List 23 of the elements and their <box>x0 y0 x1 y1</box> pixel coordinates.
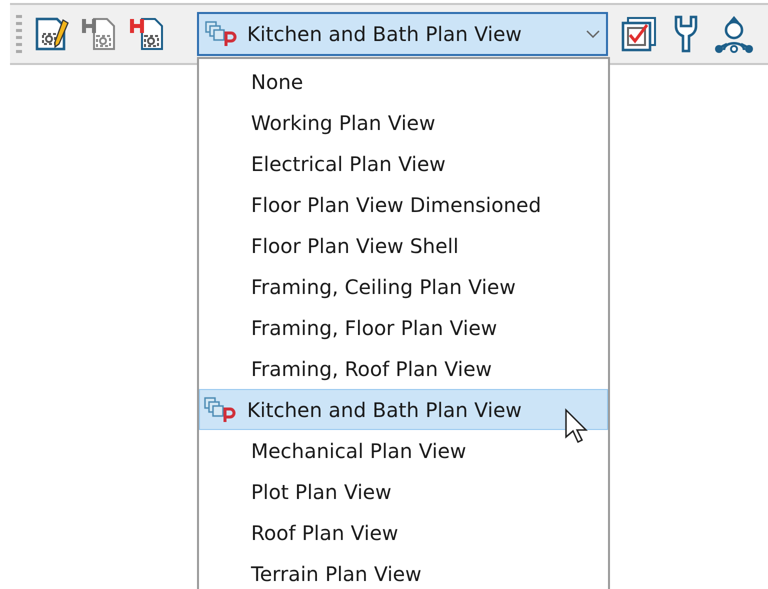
network-icon[interactable] <box>714 14 754 54</box>
dropdown-item[interactable]: Floor Plan View Dimensioned <box>199 184 608 225</box>
mouse-cursor-icon <box>564 408 588 444</box>
combo-value: Kitchen and Bath Plan View <box>247 21 523 48</box>
dropdown-item[interactable]: Floor Plan View Shell <box>199 225 608 266</box>
header-page-icon[interactable] <box>82 16 118 52</box>
edit-layout-icon[interactable] <box>34 16 70 52</box>
dropdown-item[interactable]: Mechanical Plan View <box>199 430 608 471</box>
dropdown-item[interactable]: Terrain Plan View <box>199 553 608 589</box>
dropdown-item[interactable]: Framing, Floor Plan View <box>199 307 608 348</box>
caret-icon <box>586 30 600 38</box>
dropdown-item[interactable]: Framing, Roof Plan View <box>199 348 608 389</box>
dropdown-item[interactable]: None <box>199 61 608 102</box>
plan-view-icon <box>205 21 239 47</box>
header-page-icon[interactable] <box>130 16 166 52</box>
plan-view-icon <box>204 396 238 422</box>
dropdown-item[interactable]: Framing, Ceiling Plan View <box>199 266 608 307</box>
checkbox-pages-icon[interactable] <box>620 15 658 53</box>
dropdown-item[interactable]: Electrical Plan View <box>199 143 608 184</box>
dropdown-item[interactable]: Roof Plan View <box>199 512 608 553</box>
dropdown-item[interactable]: Working Plan View <box>199 102 608 143</box>
dropdown-item[interactable]: Plot Plan View <box>199 471 608 512</box>
plan-view-dropdown[interactable]: Kitchen and Bath Plan View <box>197 12 608 56</box>
